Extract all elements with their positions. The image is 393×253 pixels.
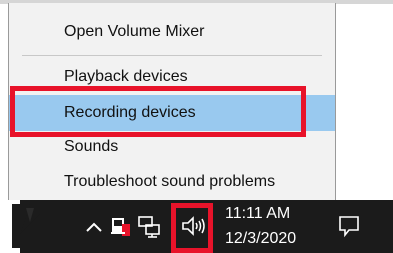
menu-item-troubleshoot[interactable]: Troubleshoot sound problems: [9, 165, 335, 199]
screenshot: Open Volume Mixer Playback devices Recor…: [0, 0, 393, 253]
menu-item-label: Open Volume Mixer: [64, 23, 205, 40]
menu-item-recording-devices[interactable]: Recording devices: [9, 95, 335, 131]
notification-icon[interactable]: [337, 214, 361, 238]
menu-item-open-volume-mixer[interactable]: Open Volume Mixer: [9, 15, 335, 49]
chevron-up-icon[interactable]: [84, 219, 104, 235]
menu-separator: [22, 55, 322, 56]
speaker-icon[interactable]: [180, 214, 208, 238]
clock-time[interactable]: 11:11 AM: [225, 205, 290, 223]
menu-item-label: Sounds: [64, 138, 119, 155]
security-icon[interactable]: [109, 214, 131, 238]
menu-item-label: Troubleshoot sound problems: [64, 173, 276, 190]
sound-context-menu: Open Volume Mixer Playback devices Recor…: [8, 3, 336, 201]
menu-item-playback-devices[interactable]: Playback devices: [9, 60, 335, 94]
clock-date[interactable]: 12/3/2020: [225, 230, 296, 248]
network-icon[interactable]: [137, 214, 163, 238]
menu-item-label: Playback devices: [64, 68, 188, 85]
menu-item-label: Recording devices: [64, 104, 196, 121]
taskbar-partial-graphic: [12, 204, 68, 248]
menu-item-sounds[interactable]: Sounds: [9, 130, 335, 164]
